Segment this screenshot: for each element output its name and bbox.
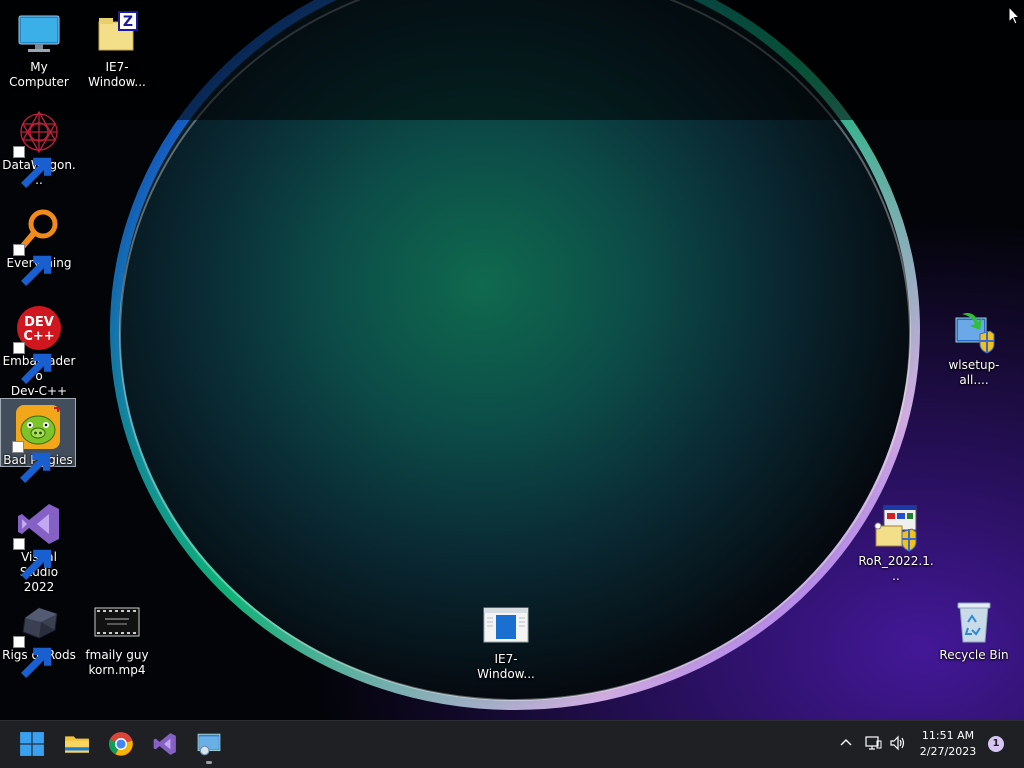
shortcut-arrow-icon: [13, 342, 52, 384]
network-button[interactable]: [863, 733, 883, 753]
recycle-bin-label: Recycle Bin: [939, 648, 1009, 662]
ie7-archive-icon[interactable]: Z IE7-Window...: [79, 6, 155, 90]
desktop[interactable]: My Computer Z IE7-Window... DataWagon...…: [0, 0, 1024, 720]
ie7-installer-label: IE7-Window...: [477, 652, 535, 681]
video-file-label: fmaily guy korn.mp4: [85, 648, 149, 677]
start-button[interactable]: [15, 727, 49, 761]
everything-icon[interactable]: Everything: [1, 202, 77, 286]
clock[interactable]: 11:51 AM 2/27/2023: [916, 728, 980, 760]
shortcut-arrow-icon: [13, 538, 52, 580]
trash-bin-icon: [957, 602, 991, 643]
devcpp-icon[interactable]: DEV C++ Embarcadero Dev-C++: [1, 300, 77, 399]
taskbar: 11:51 AM 2/27/2023 1: [0, 720, 1024, 768]
ie7-archive-label: IE7-Window...: [88, 60, 146, 89]
visual-studio-logo-icon: [153, 733, 176, 755]
installer-window-icon: [483, 607, 529, 643]
wlsetup-label: wlsetup-all....: [948, 358, 1000, 387]
shortcut-arrow-icon: [13, 636, 52, 678]
bad-piggies-icon[interactable]: Bad Piggies: [0, 398, 76, 483]
chrome-button[interactable]: [104, 727, 138, 761]
recycle-bin-icon[interactable]: Recycle Bin: [936, 594, 1012, 663]
visual-studio-taskbar-button[interactable]: [148, 727, 182, 761]
monitor-icon: [18, 15, 60, 52]
windows-logo-icon: [20, 732, 44, 756]
clock-date: 2/27/2023: [919, 745, 977, 758]
mouse-cursor-icon: [1008, 6, 1020, 25]
chevron-up-icon: [840, 739, 852, 746]
notification-badge[interactable]: 1: [988, 736, 1004, 752]
wlsetup-icon[interactable]: wlsetup-all....: [936, 304, 1012, 388]
shortcut-arrow-icon: [13, 244, 52, 286]
ror-setup-label: RoR_2022.1...: [858, 554, 934, 583]
setup-window-icon: [197, 733, 221, 756]
svg-text:DEV: DEV: [24, 315, 54, 330]
active-indicator: [206, 761, 212, 764]
volume-button[interactable]: [888, 733, 908, 753]
video-file-icon[interactable]: fmaily guy korn.mp4: [79, 594, 155, 678]
datawagon-icon[interactable]: DataWagon...: [1, 104, 77, 188]
my-computer-icon[interactable]: My Computer: [1, 6, 77, 90]
svg-text:Z: Z: [123, 14, 133, 30]
visual-studio-icon[interactable]: Visual Studio 2022: [1, 496, 77, 595]
show-hidden-icons-button[interactable]: [836, 733, 856, 753]
speaker-icon: [890, 735, 905, 751]
zip-folder-icon: Z: [98, 11, 138, 51]
rigs-of-rods-icon[interactable]: Rigs of Rods: [1, 594, 77, 678]
chrome-logo-icon: [108, 732, 133, 756]
clock-time: 11:51 AM: [921, 729, 975, 742]
shortcut-arrow-icon: [12, 441, 51, 483]
ie7-installer-icon[interactable]: IE7-Window...: [468, 598, 544, 682]
my-computer-label: My Computer: [9, 60, 69, 89]
installer-box-icon: [874, 505, 917, 552]
setup-shield-icon: [955, 313, 995, 354]
film-strip-icon: [94, 607, 140, 637]
setup-app-taskbar-button[interactable]: [192, 727, 226, 764]
file-explorer-button[interactable]: [60, 727, 94, 761]
svg-text:C++: C++: [23, 329, 54, 344]
shortcut-arrow-icon: [13, 146, 52, 188]
network-icon: [865, 736, 882, 750]
ror-setup-icon[interactable]: RoR_2022.1...: [858, 500, 934, 584]
folder-icon: [65, 736, 89, 753]
